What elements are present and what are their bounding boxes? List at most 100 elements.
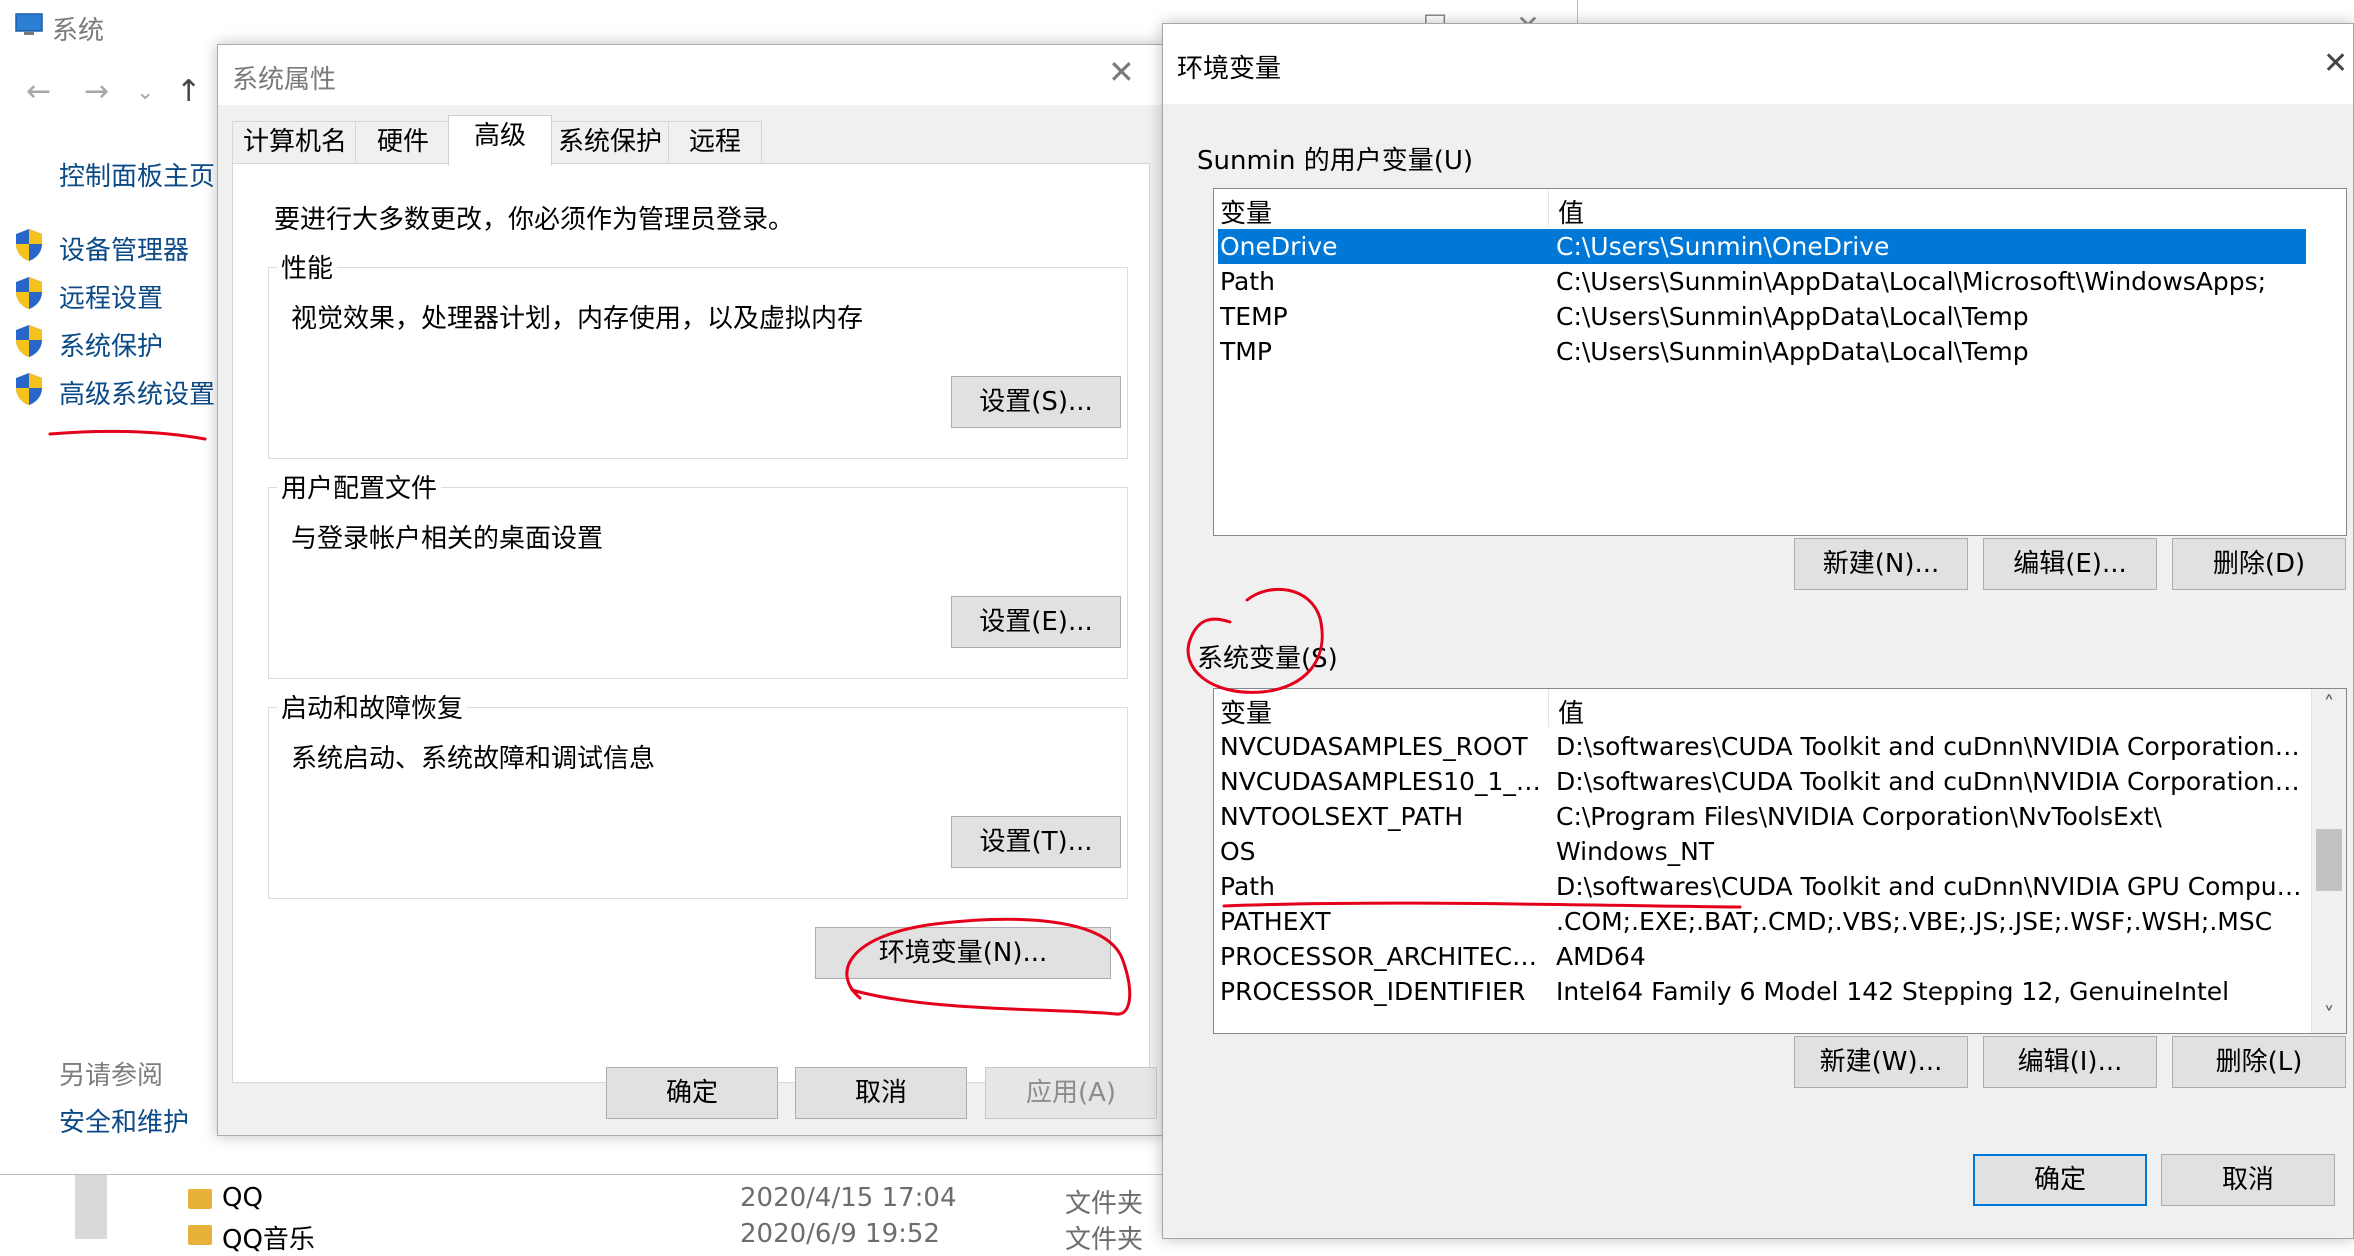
system-delete-button[interactable]: 删除(L): [2172, 1036, 2346, 1088]
tab-computer-name[interactable]: 计算机名: [232, 121, 358, 164]
user-profiles-settings-button[interactable]: 设置(E)...: [951, 596, 1121, 648]
group-title: 用户配置文件: [277, 468, 442, 505]
system-new-button[interactable]: 新建(W)...: [1794, 1036, 1968, 1088]
variable-value: C:\Users\Sunmin\OneDrive: [1556, 232, 1890, 261]
uac-shield-icon: [16, 373, 42, 405]
close-icon[interactable]: ✕: [2323, 46, 2348, 81]
explorer-nav-pane: [75, 1175, 107, 1239]
user-new-button[interactable]: 新建(N)...: [1794, 538, 1968, 590]
list-header: 变量 值: [1214, 189, 2346, 230]
ok-button[interactable]: 确定: [1973, 1154, 2147, 1206]
scrollbar-thumb[interactable]: [2316, 829, 2342, 891]
table-row[interactable]: PATHEXT .COM;.EXE;.BAT;.CMD;.VBS;.VBE;.J…: [1218, 904, 2306, 939]
variable-name: NVCUDASAMPLES10_1_RO...: [1220, 767, 1550, 796]
device-manager-link[interactable]: 设备管理器: [59, 230, 189, 267]
table-row[interactable]: NVCUDASAMPLES_ROOT D:\softwares\CUDA Too…: [1218, 729, 2306, 764]
cancel-button[interactable]: 取消: [2161, 1154, 2335, 1206]
table-row[interactable]: PROCESSOR_IDENTIFIER Intel64 Family 6 Mo…: [1218, 974, 2306, 1009]
user-delete-button[interactable]: 删除(D): [2172, 538, 2346, 590]
file-explorer-background: QQ 2020/4/15 17:04 文件夹 QQ音乐 2020/6/9 19:…: [0, 1175, 1170, 1255]
variable-name: Path: [1220, 267, 1275, 296]
uac-shield-icon: [16, 229, 42, 261]
column-divider[interactable]: [1548, 189, 1549, 227]
close-icon[interactable]: ✕: [1108, 53, 1135, 91]
dialog-title-bar: [1163, 24, 2353, 104]
up-arrow-icon[interactable]: ↑: [176, 74, 201, 109]
forward-arrow-icon[interactable]: →: [84, 74, 109, 109]
user-edit-button[interactable]: 编辑(E)...: [1983, 538, 2157, 590]
scroll-down-icon[interactable]: ˅: [2312, 1004, 2346, 1029]
environment-variables-dialog: 环境变量 ✕ Sunmin 的用户变量(U) 变量 值 OneDrive C:\…: [1162, 23, 2354, 1239]
table-row[interactable]: OS Windows_NT: [1218, 834, 2306, 869]
system-edit-button[interactable]: 编辑(I)...: [1983, 1036, 2157, 1088]
variable-value: C:\Users\Sunmin\AppData\Local\Temp: [1556, 302, 2029, 331]
file-date: 2020/6/9 19:52: [740, 1219, 940, 1249]
recent-dropdown-icon[interactable]: ⌄: [136, 80, 154, 105]
ok-button[interactable]: 确定: [606, 1067, 778, 1119]
table-row[interactable]: Path C:\Users\Sunmin\AppData\Local\Micro…: [1218, 264, 2306, 299]
variable-name: PATHEXT: [1220, 907, 1331, 936]
variable-name: PROCESSOR_IDENTIFIER: [1220, 977, 1526, 1006]
table-row[interactable]: OneDrive C:\Users\Sunmin\OneDrive: [1218, 229, 2306, 264]
column-header-value[interactable]: 值: [1558, 693, 1584, 730]
list-header: 变量 值: [1214, 689, 2346, 730]
file-name: QQ: [222, 1183, 263, 1213]
table-row[interactable]: PROCESSOR_ARCHITECTU... AMD64: [1218, 939, 2306, 974]
window-title: 系统: [52, 16, 105, 46]
column-divider[interactable]: [1548, 689, 1549, 727]
variable-value: D:\softwares\CUDA Toolkit and cuDnn\NVID…: [1556, 732, 2306, 761]
variable-name: PROCESSOR_ARCHITECTU...: [1220, 942, 1550, 971]
startup-recovery-group: 启动和故障恢复 系统启动、系统故障和调试信息 设置(T)...: [268, 688, 1128, 899]
performance-group: 性能 视觉效果，处理器计划，内存使用，以及虚拟内存 设置(S)...: [268, 248, 1128, 459]
user-variables-list[interactable]: 变量 值 OneDrive C:\Users\Sunmin\OneDrive P…: [1213, 188, 2347, 536]
file-name: QQ音乐: [222, 1225, 315, 1255]
environment-variables-button[interactable]: 环境变量(N)...: [815, 927, 1111, 979]
file-type: 文件夹: [1065, 1225, 1144, 1255]
column-header-value[interactable]: 值: [1558, 193, 1584, 230]
file-date: 2020/4/15 17:04: [740, 1183, 957, 1213]
system-protection-link[interactable]: 系统保护: [59, 326, 163, 363]
startup-recovery-settings-button[interactable]: 设置(T)...: [951, 816, 1121, 868]
tab-hardware[interactable]: 硬件: [355, 121, 451, 164]
variable-value: Intel64 Family 6 Model 142 Stepping 12, …: [1556, 977, 2230, 1006]
folder-icon: [188, 1189, 212, 1209]
advanced-system-settings-link[interactable]: 高级系统设置: [59, 374, 215, 411]
variable-value: AMD64: [1556, 942, 1646, 971]
tab-system-protection[interactable]: 系统保护: [549, 121, 671, 164]
table-row[interactable]: Path D:\softwares\CUDA Toolkit and cuDnn…: [1218, 869, 2306, 904]
table-row[interactable]: TMP C:\Users\Sunmin\AppData\Local\Temp: [1218, 334, 2306, 369]
apply-button[interactable]: 应用(A): [985, 1067, 1157, 1119]
group-description: 视觉效果，处理器计划，内存使用，以及虚拟内存: [291, 304, 864, 334]
group-description: 与登录帐户相关的桌面设置: [291, 524, 604, 554]
variable-name: TEMP: [1220, 302, 1288, 331]
group-title: 启动和故障恢复: [277, 688, 468, 725]
column-header-name[interactable]: 变量: [1220, 693, 1272, 730]
variable-value: D:\softwares\CUDA Toolkit and cuDnn\NVID…: [1556, 767, 2306, 796]
vertical-scrollbar[interactable]: ˄ ˅: [2311, 689, 2346, 1033]
variable-value: C:\Users\Sunmin\AppData\Local\Microsoft\…: [1556, 267, 2267, 296]
variable-name: NVTOOLSEXT_PATH: [1220, 802, 1464, 831]
variable-name: TMP: [1220, 337, 1272, 366]
table-row[interactable]: NVTOOLSEXT_PATH C:\Program Files\NVIDIA …: [1218, 799, 2306, 834]
system-variables-label: 系统变量(S): [1197, 644, 1338, 674]
column-header-name[interactable]: 变量: [1220, 193, 1272, 230]
cancel-button[interactable]: 取消: [795, 1067, 967, 1119]
tab-advanced[interactable]: 高级: [448, 115, 552, 166]
table-row[interactable]: TEMP C:\Users\Sunmin\AppData\Local\Temp: [1218, 299, 2306, 334]
uac-shield-icon: [16, 325, 42, 357]
variable-name: Path: [1220, 872, 1275, 901]
uac-shield-icon: [16, 277, 42, 309]
variable-name: OS: [1220, 837, 1256, 866]
remote-settings-link[interactable]: 远程设置: [59, 278, 163, 315]
security-maintenance-link[interactable]: 安全和维护: [59, 1102, 189, 1139]
tab-remote[interactable]: 远程: [668, 121, 762, 164]
user-profiles-group: 用户配置文件 与登录帐户相关的桌面设置 设置(E)...: [268, 468, 1128, 679]
system-variables-list[interactable]: 变量 值 NVCUDASAMPLES_ROOT D:\softwares\CUD…: [1213, 688, 2347, 1034]
system-properties-dialog: 系统属性 ✕ 计算机名 硬件 高级 系统保护 远程 要进行大多数更改，你必须作为…: [217, 44, 1163, 1136]
control-panel-home-link[interactable]: 控制面板主页: [59, 156, 215, 193]
back-arrow-icon[interactable]: ←: [26, 74, 51, 109]
scroll-up-icon[interactable]: ˄: [2312, 693, 2346, 718]
performance-settings-button[interactable]: 设置(S)...: [951, 376, 1121, 428]
dialog-title-bar: [218, 45, 1162, 105]
table-row[interactable]: NVCUDASAMPLES10_1_RO... D:\softwares\CUD…: [1218, 764, 2306, 799]
